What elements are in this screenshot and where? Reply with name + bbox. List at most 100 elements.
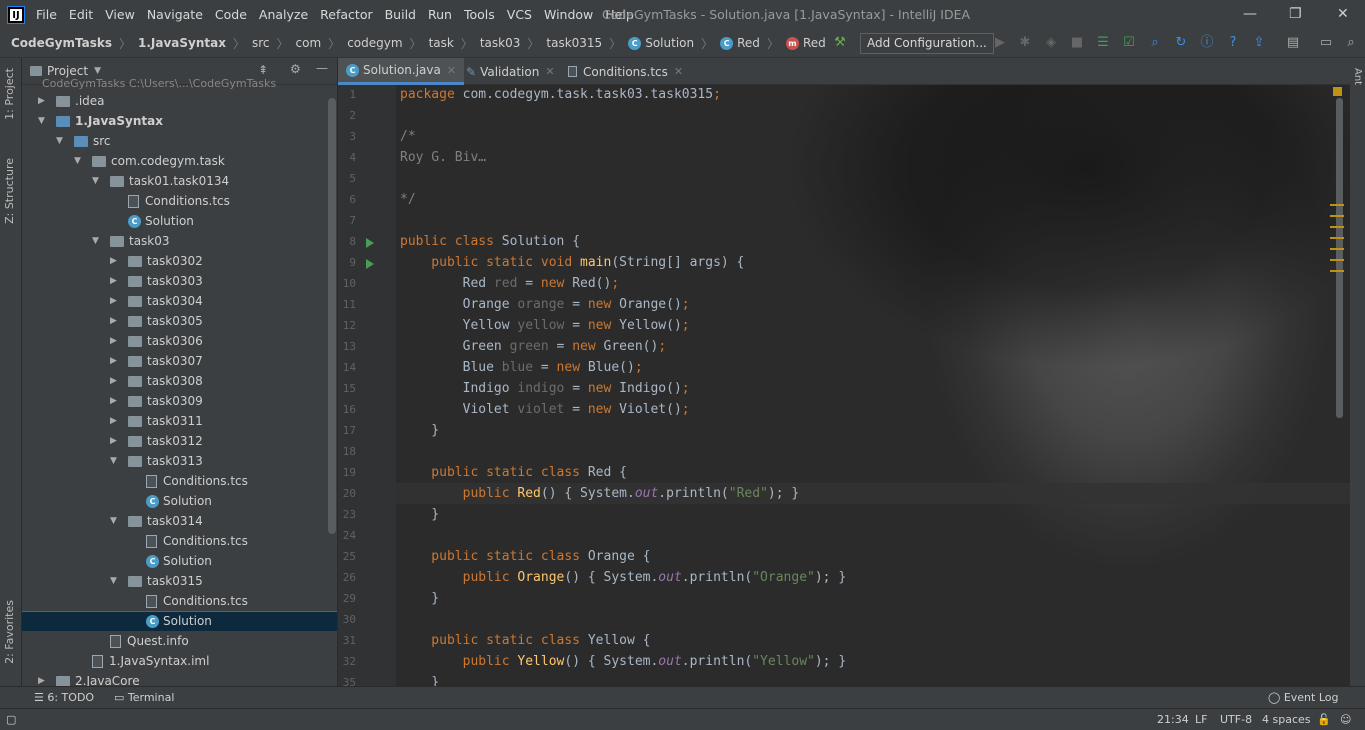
- tree-item[interactable]: ▼ 1.JavaSyntax: [38, 111, 163, 131]
- favorites-tool-tab[interactable]: 2: Favorites: [3, 600, 16, 664]
- chevron-right-icon[interactable]: ▶: [110, 431, 122, 451]
- code-line[interactable]: public static class Red {: [400, 465, 627, 480]
- chevron-right-icon[interactable]: ▶: [38, 91, 50, 111]
- chevron-down-icon[interactable]: ▼: [38, 111, 50, 131]
- maximize-icon[interactable]: ❐: [1289, 6, 1302, 22]
- close-icon[interactable]: ✕: [447, 64, 456, 77]
- project-scrollbar[interactable]: [328, 98, 336, 534]
- code-line[interactable]: Indigo indigo = new Indigo();: [400, 381, 690, 396]
- line-separator[interactable]: LF: [1195, 713, 1207, 726]
- chevron-right-icon[interactable]: ▶: [110, 331, 122, 351]
- tree-item[interactable]: ▼ task01.task0134: [92, 171, 229, 191]
- chevron-right-icon[interactable]: ▶: [110, 391, 122, 411]
- build-hammer-icon[interactable]: ⚒: [832, 35, 848, 51]
- code-line[interactable]: public static class Yellow {: [400, 633, 650, 648]
- tree-item[interactable]: ▶ task0303: [110, 271, 203, 291]
- code-line[interactable]: */: [400, 192, 416, 207]
- code-line[interactable]: package com.codegym.task.task03.task0315…: [400, 87, 721, 102]
- tree-item[interactable]: ▼ task03: [92, 231, 170, 251]
- hide-panel-icon[interactable]: —: [316, 61, 328, 75]
- file-encoding[interactable]: UTF-8: [1220, 713, 1252, 726]
- analysis-warning-icon[interactable]: [1333, 87, 1342, 96]
- chevron-down-icon[interactable]: ▼: [110, 571, 122, 591]
- menu-window[interactable]: Window: [538, 7, 599, 22]
- warning-marker[interactable]: [1330, 248, 1344, 250]
- crumb-red-class[interactable]: C Red: [720, 36, 760, 50]
- chevron-right-icon[interactable]: ▶: [110, 411, 122, 431]
- event-log-tab[interactable]: ◯ Event Log: [1268, 691, 1338, 704]
- search-icon[interactable]: ⌕: [1147, 35, 1163, 51]
- inspector-icon[interactable]: ☺: [1340, 713, 1351, 726]
- menu-code[interactable]: Code: [209, 7, 253, 22]
- chevron-right-icon[interactable]: ▶: [110, 251, 122, 271]
- warning-marker[interactable]: [1330, 259, 1344, 261]
- ant-tool-tab[interactable]: Ant: [1352, 68, 1363, 85]
- code-line[interactable]: Violet violet = new Violet();: [400, 402, 690, 417]
- tree-item[interactable]: ▶ task0311: [110, 411, 203, 431]
- code-line[interactable]: Blue blue = new Blue();: [400, 360, 643, 375]
- close-icon[interactable]: ✕: [1337, 6, 1349, 22]
- code-line[interactable]: public static void main(String[] args) {: [400, 255, 744, 270]
- code-line[interactable]: }: [400, 591, 439, 606]
- menu-navigate[interactable]: Navigate: [141, 7, 209, 22]
- code-line[interactable]: Roy G. Biv…: [400, 150, 486, 165]
- tree-item[interactable]: C Solution: [128, 551, 212, 571]
- tree-item[interactable]: C Solution: [128, 491, 212, 511]
- run-gutter-icon[interactable]: [366, 259, 374, 269]
- tab-validation[interactable]: ✎ Validation ✕: [458, 58, 563, 85]
- indent-setting[interactable]: 4 spaces: [1262, 713, 1311, 726]
- chevron-down-icon[interactable]: ▼: [92, 231, 104, 251]
- code-line[interactable]: public static class Orange {: [400, 549, 650, 564]
- tree-item[interactable]: ▶ 2.JavaCore: [38, 671, 140, 686]
- warning-marker[interactable]: [1330, 237, 1344, 239]
- tree-item[interactable]: ▶ task0304: [110, 291, 203, 311]
- refresh-icon[interactable]: ↻: [1173, 35, 1189, 51]
- tree-item[interactable]: ▶ task0308: [110, 371, 203, 391]
- coverage-icon[interactable]: ◈: [1043, 35, 1059, 51]
- check-icon[interactable]: ☑: [1121, 35, 1137, 51]
- add-configuration-button[interactable]: Add Configuration...: [860, 33, 994, 54]
- code-line[interactable]: Green green = new Green();: [400, 339, 667, 354]
- search-everywhere-icon[interactable]: ⌕: [1343, 35, 1359, 51]
- chevron-down-icon[interactable]: ▼: [110, 511, 122, 531]
- tree-item[interactable]: C Solution: [110, 211, 194, 231]
- tree-item[interactable]: Conditions.tcs: [128, 531, 248, 551]
- project-tool-tab[interactable]: 1: Project: [3, 68, 16, 120]
- tree-item[interactable]: Conditions.tcs: [110, 191, 230, 211]
- warning-marker[interactable]: [1330, 270, 1344, 272]
- crumb-src[interactable]: src: [252, 36, 270, 50]
- code-line[interactable]: public Orange() { System.out.println("Or…: [400, 570, 847, 585]
- chevron-down-icon[interactable]: ▼: [92, 171, 104, 191]
- tree-item[interactable]: ▶ task0312: [110, 431, 203, 451]
- crumb-task0315[interactable]: task0315: [546, 36, 602, 50]
- help-icon[interactable]: ?: [1225, 35, 1241, 51]
- warning-marker[interactable]: [1330, 204, 1344, 206]
- project-structure-icon[interactable]: ▤: [1285, 35, 1301, 51]
- code-line[interactable]: Orange orange = new Orange();: [400, 297, 690, 312]
- close-icon[interactable]: ✕: [545, 65, 554, 78]
- tree-item[interactable]: Conditions.tcs: [128, 591, 248, 611]
- tree-item[interactable]: ▶ .idea: [38, 91, 105, 111]
- chevron-right-icon[interactable]: ▶: [38, 671, 50, 686]
- stop-icon[interactable]: ■: [1069, 35, 1085, 51]
- chevron-down-icon[interactable]: ▼: [110, 451, 122, 471]
- minimize-icon[interactable]: —: [1243, 6, 1257, 22]
- terminal-icon[interactable]: ▭: [1318, 35, 1334, 51]
- menu-tools[interactable]: Tools: [458, 7, 501, 22]
- debug-icon[interactable]: ✱: [1017, 35, 1033, 51]
- code-line[interactable]: }: [400, 423, 439, 438]
- crumb-project[interactable]: CodeGymTasks: [11, 36, 112, 50]
- crumb-module[interactable]: 1.JavaSyntax: [138, 36, 226, 50]
- status-toggle-icon[interactable]: ▢: [6, 713, 16, 726]
- chevron-down-icon[interactable]: ▼: [74, 151, 86, 171]
- code-line[interactable]: public Yellow() { System.out.println("Ye…: [400, 654, 847, 669]
- chevron-right-icon[interactable]: ▶: [110, 371, 122, 391]
- lock-icon[interactable]: 🔓: [1317, 713, 1331, 726]
- menu-file[interactable]: File: [30, 7, 63, 22]
- tree-item[interactable]: ▶ task0305: [110, 311, 203, 331]
- crumb-task03[interactable]: task03: [480, 36, 521, 50]
- menu-refactor[interactable]: Refactor: [314, 7, 378, 22]
- tree-item[interactable]: ▶ task0307: [110, 351, 203, 371]
- tree-item[interactable]: Quest.info: [92, 631, 189, 651]
- warning-marker[interactable]: [1330, 215, 1344, 217]
